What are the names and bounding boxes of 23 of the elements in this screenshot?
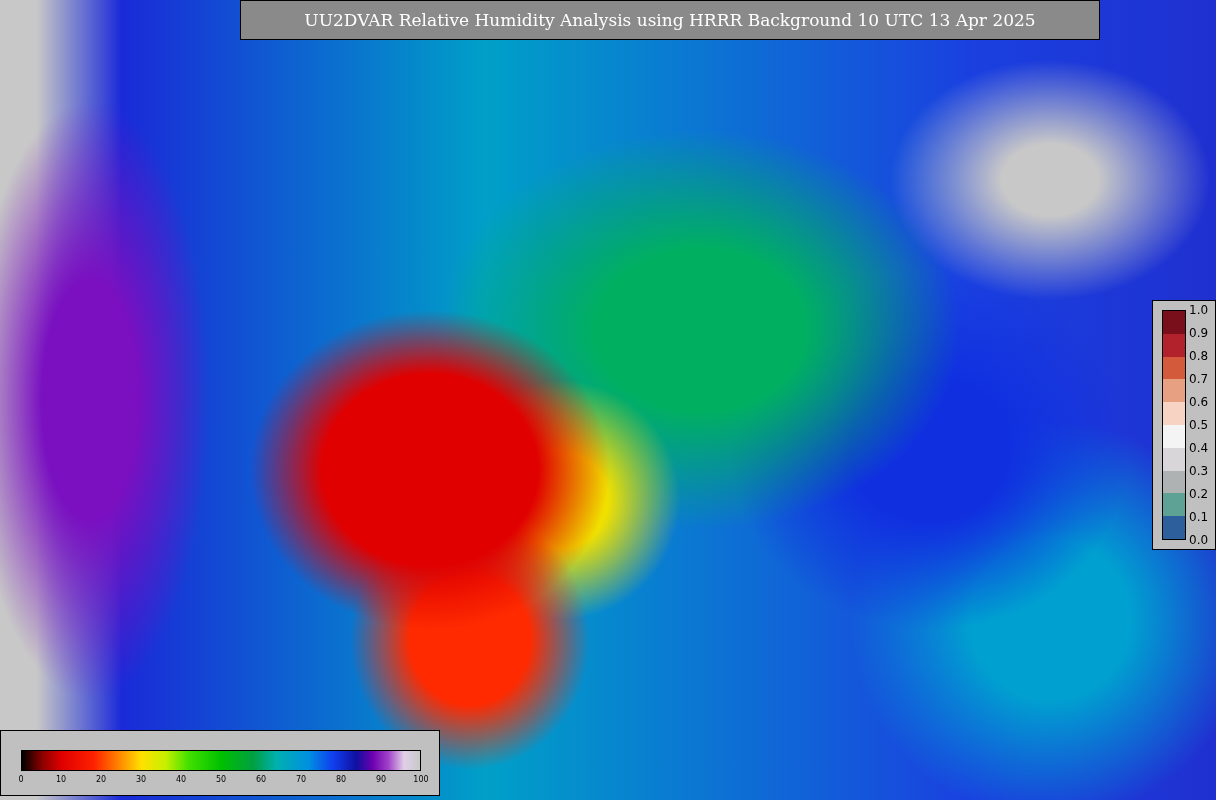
tick-label: 0.9 — [1189, 327, 1209, 339]
tick-label: 0.4 — [1189, 442, 1209, 454]
tick-label: 0 — [18, 775, 24, 784]
tick-label: 0.3 — [1189, 465, 1209, 477]
tick-label: 30 — [135, 775, 147, 784]
tick-label: 0.6 — [1189, 396, 1209, 408]
tick-label: 60 — [255, 775, 267, 784]
tick-label: 80 — [335, 775, 347, 784]
tick-label: 1.0 — [1189, 304, 1209, 316]
tick-label: 0.1 — [1189, 511, 1209, 523]
tick-label: 0.7 — [1189, 373, 1209, 385]
tick-label: 40 — [175, 775, 187, 784]
map-title: UU2DVAR Relative Humidity Analysis using HRRR Background 10 UTC 13 Apr 2025 — [240, 0, 1100, 40]
tick-label: 100 — [413, 775, 429, 784]
tick-label: 0.2 — [1189, 488, 1209, 500]
tick-label: 0.0 — [1189, 534, 1209, 546]
tick-label: 90 — [375, 775, 387, 784]
tick-label: 10 — [55, 775, 67, 784]
tick-label: 50 — [215, 775, 227, 784]
tick-label: 0.5 — [1189, 419, 1209, 431]
tick-label: 0.8 — [1189, 350, 1209, 362]
tick-label: 20 — [95, 775, 107, 784]
tick-label: 70 — [295, 775, 307, 784]
